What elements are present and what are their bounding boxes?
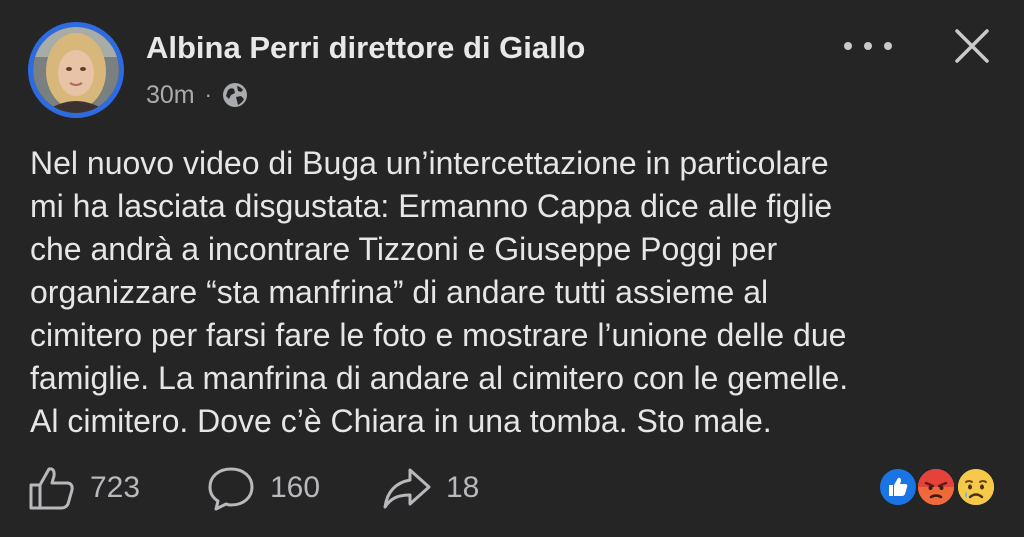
post-text-line: che andrà a incontrare Tizzoni e Giusepp… [30, 231, 778, 267]
comment-icon [208, 467, 254, 511]
sad-reaction-icon [956, 467, 996, 507]
post-text-line: famiglie. La manfrina di andare al cimit… [30, 360, 849, 396]
comment-count: 160 [270, 471, 321, 504]
author-name[interactable]: Albina Perri direttore di Giallo [146, 30, 585, 66]
like-button[interactable]: 723 [28, 460, 140, 516]
post-time[interactable]: 30m [146, 81, 195, 110]
post-text-line: cimitero per farsi fare le foto e mostra… [30, 317, 847, 353]
avatar[interactable] [28, 22, 124, 118]
globe-icon [222, 83, 247, 107]
post-header: Albina Perri direttore di Giallo 30m · [0, 0, 1024, 130]
thumbs-up-icon [29, 467, 74, 510]
meta-separator: · [204, 82, 212, 107]
post-meta: 30m · [146, 80, 248, 110]
share-count: 18 [446, 471, 480, 504]
share-arrow-icon [383, 468, 431, 509]
like-reaction-icon [878, 467, 918, 507]
share-button[interactable]: 18 [382, 460, 479, 516]
post-body: Nel nuovo video di Buga un’intercettazio… [30, 142, 1000, 443]
action-bar: 723 160 18 [0, 460, 1024, 516]
more-options-button[interactable] [844, 32, 892, 60]
more-dots-icon [844, 42, 852, 50]
post-text-line: organizzare “sta manfrina” di andare tut… [30, 274, 769, 310]
close-icon[interactable] [952, 26, 992, 66]
avatar-photo [33, 27, 119, 113]
post-text-line: Al cimitero. Dove c’è Chiara in una tomb… [30, 403, 772, 439]
reactions-summary[interactable] [878, 467, 1004, 509]
angry-reaction-icon [916, 467, 956, 507]
post-text-line: mi ha lasciata disgustata: Ermanno Cappa… [30, 188, 833, 224]
like-count: 723 [90, 471, 141, 504]
post-text-line: Nel nuovo video di Buga un’intercettazio… [30, 145, 829, 181]
comment-button[interactable]: 160 [206, 460, 320, 516]
